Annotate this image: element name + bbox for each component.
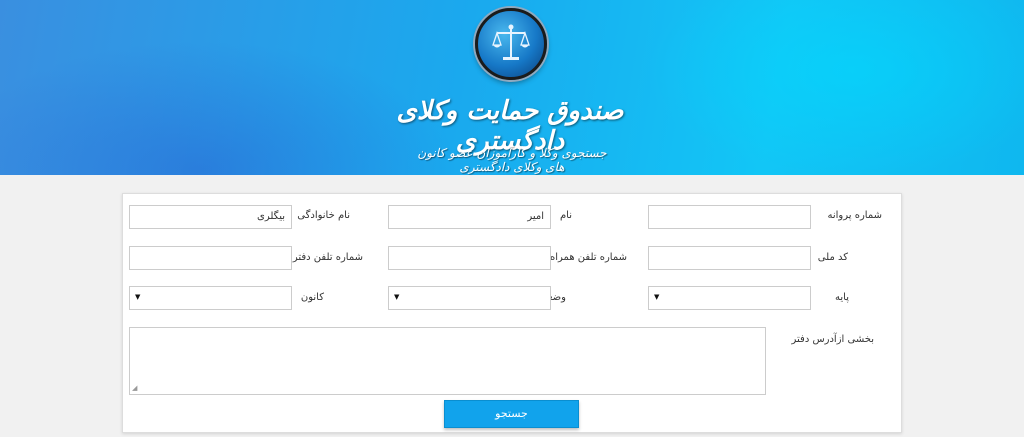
- site-subtitle: جستجوی وکلا و کارآموزان عضو کانون های وک…: [417, 146, 607, 174]
- grade-label: پایه: [835, 292, 849, 303]
- bar-association-select[interactable]: ▼: [129, 286, 292, 310]
- scales-logo-icon: [475, 8, 547, 80]
- status-select[interactable]: ▼: [388, 286, 551, 310]
- office-phone-label: شماره تلفن دفتر: [292, 252, 363, 263]
- resize-grip-icon[interactable]: ◢: [132, 384, 137, 392]
- header-banner: صندوق حمایت وکلای دادگستری جستجوی وکلا و…: [0, 0, 1024, 175]
- last-name-label: نام خانوادگی: [297, 210, 350, 221]
- first-name-label: نام: [559, 210, 572, 221]
- grade-select[interactable]: ▼: [648, 286, 811, 310]
- office-phone-input[interactable]: [129, 246, 292, 270]
- chevron-down-icon: ▼: [135, 293, 141, 301]
- search-form-panel: [122, 193, 902, 433]
- mobile-phone-input[interactable]: [388, 246, 551, 270]
- license-number-input[interactable]: [648, 205, 811, 229]
- national-code-label: کد ملی: [817, 252, 848, 263]
- bar-association-label: کانون: [300, 292, 324, 303]
- license-number-label: شماره پروانه: [827, 210, 882, 221]
- first-name-input[interactable]: امیر: [388, 205, 551, 229]
- chevron-down-icon: ▼: [654, 293, 660, 301]
- search-button[interactable]: جستجو: [444, 400, 579, 428]
- national-code-input[interactable]: [648, 246, 811, 270]
- last-name-input[interactable]: بیگلری: [129, 205, 292, 229]
- mobile-phone-label: شماره تلفن همراه: [550, 252, 627, 263]
- office-address-textarea[interactable]: ◢: [129, 327, 766, 395]
- office-address-label: بخشی ازآدرس دفتر: [791, 334, 875, 345]
- chevron-down-icon: ▼: [394, 293, 400, 301]
